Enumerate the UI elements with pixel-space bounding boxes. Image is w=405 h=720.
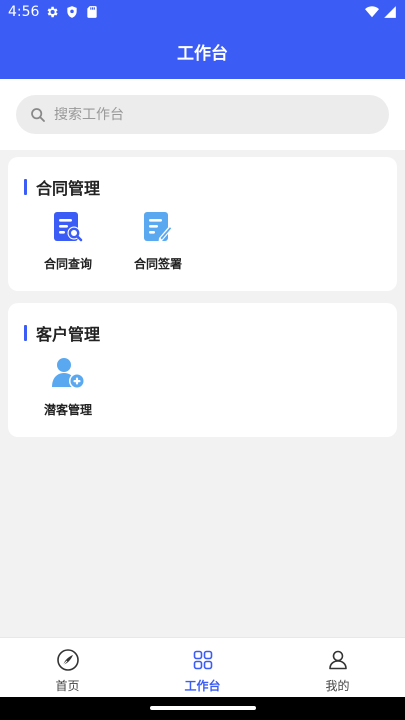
grid-item-contract-sign[interactable]: 合同签署 — [118, 209, 198, 272]
home-gesture-handle[interactable] — [150, 706, 256, 710]
shield-icon — [65, 5, 79, 19]
search-box[interactable] — [16, 95, 389, 134]
system-gesture-bar — [0, 697, 405, 720]
wifi-icon — [365, 5, 379, 19]
add-user-icon — [50, 355, 86, 391]
section-card-contract: 合同管理 合同查询 合同签署 — [8, 157, 397, 291]
nav-label: 我的 — [325, 679, 350, 693]
search-area — [0, 79, 405, 150]
search-input[interactable] — [54, 106, 354, 123]
status-right — [365, 5, 397, 19]
search-icon — [30, 107, 46, 123]
grid-item-lead-management[interactable]: 潜客管理 — [28, 355, 108, 418]
grid-icon — [191, 648, 215, 672]
document-search-icon — [50, 209, 86, 245]
app-bar: 工作台 — [0, 24, 405, 79]
section-card-customer: 客户管理 潜客管理 — [8, 303, 397, 437]
home-logo-icon — [56, 648, 80, 672]
nav-label: 工作台 — [184, 679, 221, 693]
status-bar: 4:56 — [0, 0, 405, 24]
status-left: 4:56 — [8, 4, 99, 20]
user-icon — [326, 648, 350, 672]
section-title-text: 客户管理 — [36, 325, 101, 344]
sd-card-icon — [85, 5, 99, 19]
signal-icon — [383, 5, 397, 19]
grid-item-label: 合同签署 — [133, 257, 182, 271]
status-time: 4:56 — [8, 4, 40, 20]
nav-label: 首页 — [55, 679, 80, 693]
section-title: 客户管理 — [24, 321, 100, 345]
grid-item-label: 合同查询 — [43, 257, 92, 271]
document-edit-icon — [140, 209, 176, 245]
title-accent-bar — [24, 325, 27, 341]
gear-icon — [45, 5, 59, 19]
nav-item-workbench[interactable]: 工作台 — [135, 638, 270, 697]
nav-item-mine[interactable]: 我的 — [270, 638, 405, 697]
page-title: 工作台 — [177, 44, 228, 64]
bottom-nav: 首页 工作台 我的 — [0, 637, 405, 697]
section-title: 合同管理 — [24, 175, 100, 199]
nav-item-home[interactable]: 首页 — [0, 638, 135, 697]
title-accent-bar — [24, 179, 27, 195]
section-title-text: 合同管理 — [36, 179, 101, 198]
grid-item-contract-query[interactable]: 合同查询 — [28, 209, 108, 272]
grid-item-label: 潜客管理 — [43, 403, 92, 417]
